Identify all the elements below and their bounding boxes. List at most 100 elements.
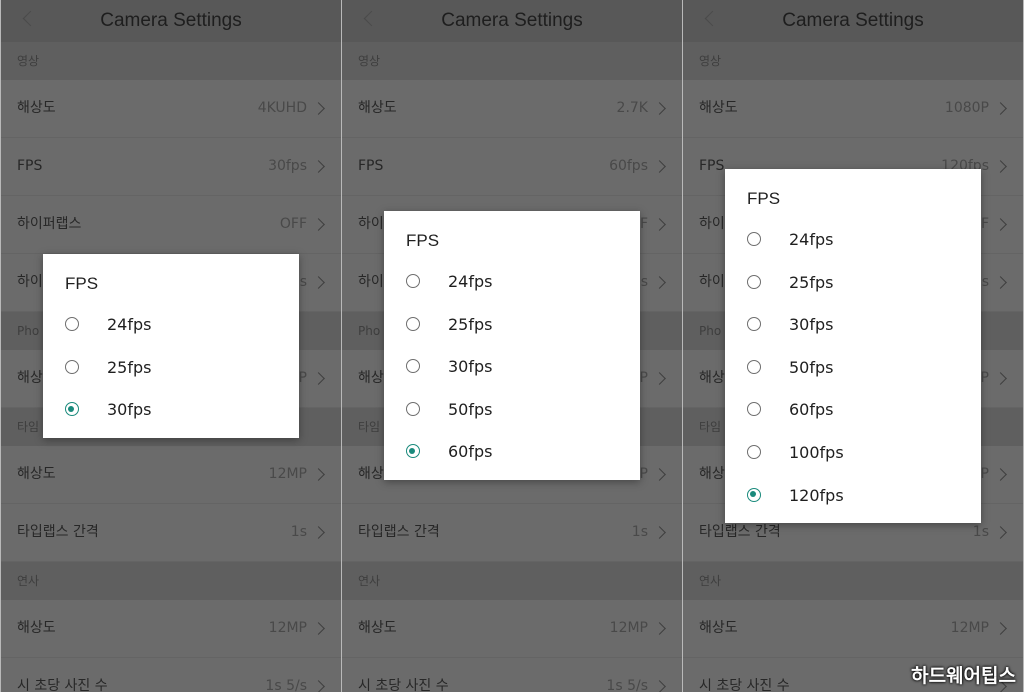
setting-value: P [980,370,989,386]
setting-label: 해상도 [17,466,56,482]
setting-row[interactable]: 시 초당 사진 수 1s 5/s [342,658,682,692]
setting-value: 12MP [268,466,307,482]
setting-value: 12MP [609,620,648,636]
radio-unchecked-icon[interactable] [747,317,761,332]
radio-checked-icon[interactable] [65,402,79,417]
chevron-right-icon [312,372,325,385]
dialog-title: FPS [65,274,99,293]
radio-unchecked-icon[interactable] [406,274,420,288]
fps-option[interactable]: 100fps [725,432,981,475]
page-title: Camera Settings [441,10,583,31]
setting-label: FPS [699,158,725,174]
setting-label: 시 초당 사진 수 [358,678,449,692]
setting-row[interactable]: 하이퍼랩스 OFF [1,196,341,254]
setting-label: 해상 [358,370,384,386]
setting-row[interactable]: 타입랩스 간격 1s [342,504,682,562]
fps-option-label: 50fps [789,357,834,377]
back-arrow-icon[interactable] [704,10,721,27]
setting-row[interactable]: 해상도 1080P [683,80,1023,138]
setting-row[interactable]: 해상도 12MP [1,600,341,658]
fps-option[interactable]: 30fps [725,304,981,347]
radio-unchecked-icon[interactable] [406,401,420,416]
setting-row[interactable]: FPS 30fps [1,138,341,196]
setting-row[interactable]: 해상도 2.7K [342,80,682,138]
setting-label: FPS [358,158,384,174]
radio-unchecked-icon[interactable] [65,317,79,331]
fps-option-label: 120fps [789,485,844,505]
setting-label: 해상도 [17,100,56,116]
setting-label: 타입랩스 간격 [358,524,440,540]
app-header: Camera Settings [683,0,1023,42]
section-header: 영상 [683,42,1023,80]
radio-unchecked-icon[interactable] [747,232,761,246]
fps-option-label: 30fps [107,400,152,420]
fps-option[interactable]: 50fps [384,389,640,432]
setting-value: 1s [290,524,307,540]
fps-option[interactable]: 24fps [384,261,640,304]
setting-label: 하이 [17,274,43,290]
fps-option-label: 30fps [448,357,493,377]
radio-unchecked-icon[interactable] [65,359,79,374]
setting-label: 해상도 [358,620,397,636]
fps-option[interactable]: 120fps [725,475,981,518]
setting-row[interactable]: 해상도 4KUHD [1,80,341,138]
chevron-right-icon [994,160,1007,173]
setting-row[interactable]: 시 초당 사진 수 1s 5/s [1,658,341,692]
fps-option[interactable]: 60fps [384,431,640,474]
chevron-right-icon [312,622,325,635]
fps-option[interactable]: 24fps [43,304,299,347]
fps-option[interactable]: 60fps [725,389,981,432]
fps-option[interactable]: 25fps [43,347,299,390]
setting-label: FPS [17,158,43,174]
back-arrow-icon[interactable] [22,10,39,27]
setting-label: 하이 [358,274,384,290]
section-header: 연사 [342,562,682,600]
fps-dialog: FPS 24fps 25fps 30fps 50fps 60fps [384,211,640,480]
radio-unchecked-icon[interactable] [747,402,761,417]
radio-unchecked-icon[interactable] [747,444,761,459]
chevron-right-icon [312,276,325,289]
setting-value: 2.7K [616,100,648,116]
fps-option[interactable]: 30fps [384,346,640,389]
radio-unchecked-icon[interactable] [747,359,761,374]
section-header: 연사 [1,562,341,600]
fps-option[interactable]: 50fps [725,347,981,390]
fps-option-label: 25fps [107,357,152,377]
chevron-right-icon [653,372,666,385]
setting-value: s [640,274,648,290]
chevron-right-icon [312,102,325,115]
radio-unchecked-icon[interactable] [406,359,420,374]
radio-checked-icon[interactable] [406,444,420,459]
fps-option[interactable]: 30fps [43,389,299,432]
radio-unchecked-icon[interactable] [747,274,761,289]
app-header: Camera Settings [342,0,682,42]
radio-unchecked-icon[interactable] [406,316,420,331]
dialog-title: FPS [406,231,440,250]
chevron-right-icon [994,218,1007,231]
fps-option[interactable]: 24fps [725,219,981,262]
chevron-right-icon [994,468,1007,481]
setting-row[interactable]: FPS 60fps [342,138,682,196]
setting-label: 해상 [699,466,725,482]
setting-row[interactable]: 해상도 12MP [683,600,1023,658]
fps-option[interactable]: 25fps [725,262,981,305]
chevron-right-icon [653,160,666,173]
chevron-right-icon [994,276,1007,289]
app-header: Camera Settings [1,0,341,42]
page-title: Camera Settings [782,10,924,31]
fps-option-label: 24fps [789,230,834,249]
fps-option-label: 25fps [448,314,493,334]
setting-row[interactable]: 해상도 12MP [1,446,341,504]
setting-label: 시 초당 사진 수 [699,678,790,692]
chevron-right-icon [312,218,325,231]
setting-label: 타입랩스 간격 [17,524,99,540]
radio-checked-icon[interactable] [747,487,761,502]
setting-value: 4KUHD [257,100,307,116]
setting-row[interactable]: 해상도 12MP [342,600,682,658]
fps-option-label: 25fps [789,272,834,292]
fps-option[interactable]: 25fps [384,304,640,347]
chevron-right-icon [994,526,1007,539]
back-arrow-icon[interactable] [363,10,380,27]
setting-value: P [980,466,989,482]
setting-row[interactable]: 타입랩스 간격 1s [1,504,341,562]
